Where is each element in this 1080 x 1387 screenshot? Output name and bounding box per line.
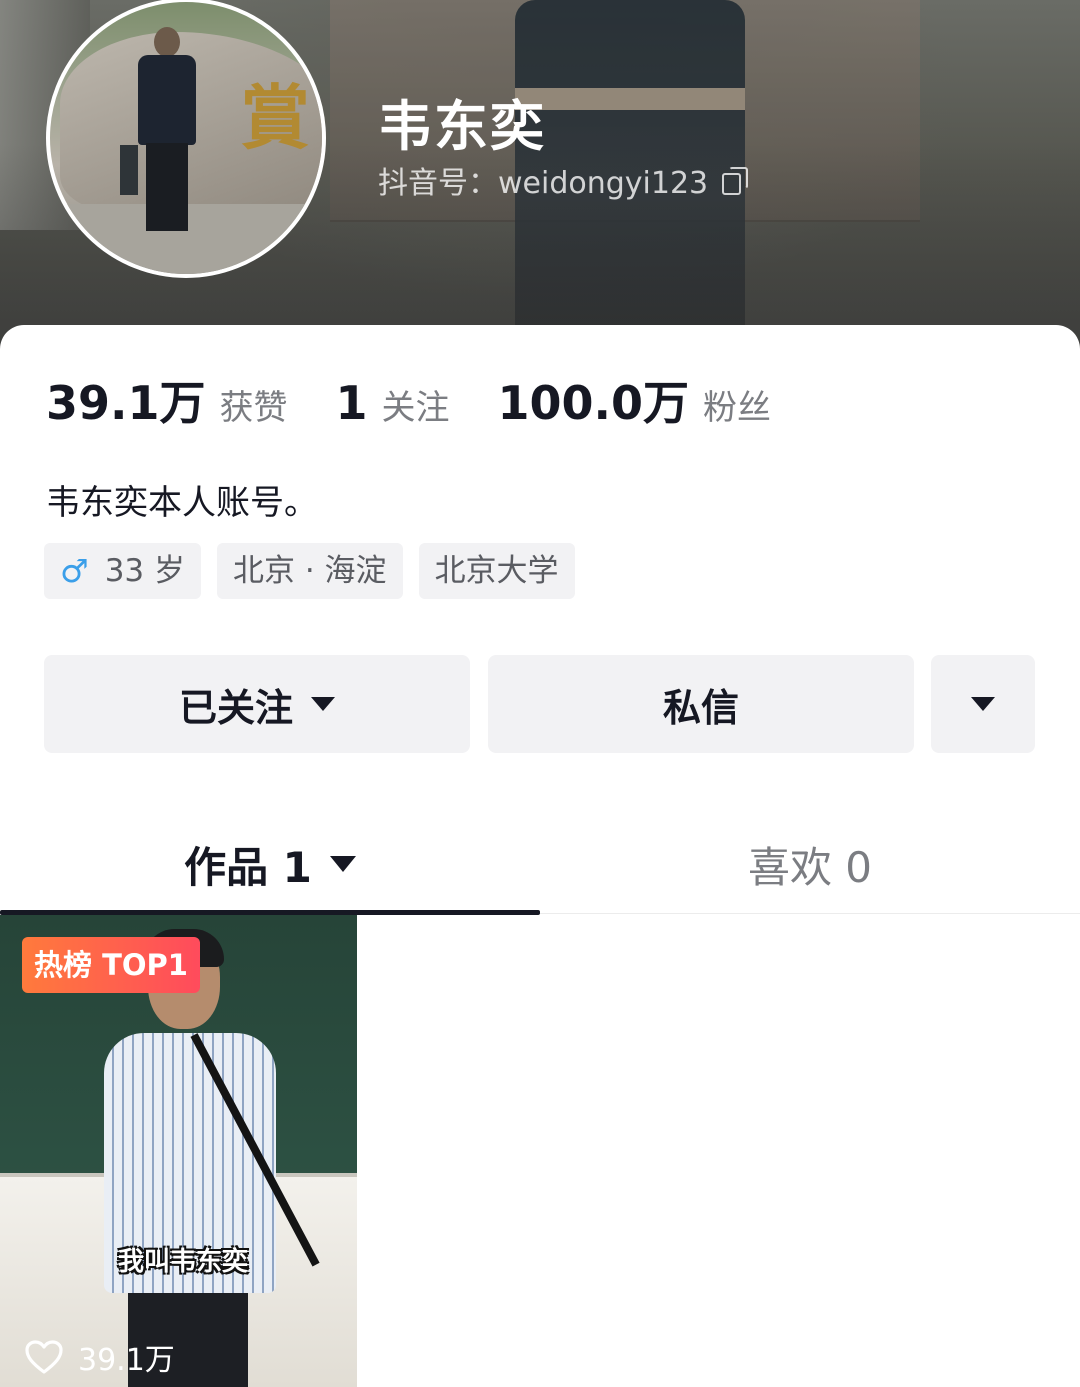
stat-following[interactable]: 1 关注 <box>336 376 450 430</box>
hot-ranking-badge: 热榜 TOP1 <box>22 937 200 993</box>
stat-label: 获赞 <box>219 388 288 428</box>
followed-button[interactable]: 已关注 <box>44 655 470 753</box>
more-button[interactable] <box>931 655 1035 753</box>
content-tabs: 作品 1 喜欢 0 <box>0 815 1080 915</box>
avatar-rock-inscription: 賞 <box>240 76 310 159</box>
stat-label: 粉丝 <box>703 388 772 428</box>
video-likes-count: 39.1万 <box>78 1343 175 1378</box>
profile-card: 39.1万 获赞 1 关注 100.0万 粉丝 韦东奕本人账号。 ♂ 33 岁 … <box>0 325 1080 1387</box>
video-caption: 我叫韦东奕 <box>118 1247 249 1277</box>
video-thumbnail[interactable]: 热榜 TOP1 我叫韦东奕 39.1万 <box>0 915 357 1387</box>
tag-location: 北京 · 海淀 <box>217 543 403 599</box>
dropdown-arrow-icon <box>329 856 356 872</box>
stat-label: 关注 <box>381 388 450 428</box>
avatar[interactable]: 賞 <box>46 0 326 278</box>
tag-age: 33 岁 <box>104 553 185 589</box>
stat-likes-received[interactable]: 39.1万 获赞 <box>46 367 288 433</box>
heart-icon <box>25 1340 63 1374</box>
profile-header: 賞 韦东奕 抖音号：weidongyi123 <box>0 0 1080 360</box>
message-button[interactable]: 私信 <box>488 655 914 753</box>
copy-icon[interactable] <box>722 167 749 195</box>
stat-value: 39.1万 <box>46 376 206 430</box>
stats-row: 39.1万 获赞 1 关注 100.0万 粉丝 <box>46 367 819 433</box>
tag-gender-age: ♂ 33 岁 <box>44 543 201 599</box>
tab-works-label: 作品 1 <box>184 842 312 892</box>
dropdown-arrow-icon <box>971 697 995 711</box>
tags-row: ♂ 33 岁 北京 · 海淀 北京大学 <box>44 543 591 599</box>
tab-works[interactable]: 作品 1 <box>0 815 540 915</box>
stat-value: 1 <box>335 376 368 430</box>
followed-button-label: 已关注 <box>178 685 293 730</box>
message-button-label: 私信 <box>662 685 739 730</box>
profile-name: 韦东奕 <box>378 95 546 158</box>
stat-followers[interactable]: 100.0万 粉丝 <box>498 367 772 433</box>
dropdown-arrow-icon <box>311 697 335 711</box>
douyin-id: 抖音号：weidongyi123 <box>378 166 709 201</box>
douyin-id-row[interactable]: 抖音号：weidongyi123 <box>378 158 749 202</box>
video-likes: 39.1万 <box>24 1335 175 1379</box>
tag-school: 北京大学 <box>418 543 575 599</box>
tab-likes-label: 喜欢 0 <box>747 842 873 892</box>
tab-likes[interactable]: 喜欢 0 <box>540 815 1080 913</box>
bio: 韦东奕本人账号。 <box>46 483 318 523</box>
male-icon: ♂ <box>60 552 89 590</box>
stat-value: 100.0万 <box>497 376 690 430</box>
